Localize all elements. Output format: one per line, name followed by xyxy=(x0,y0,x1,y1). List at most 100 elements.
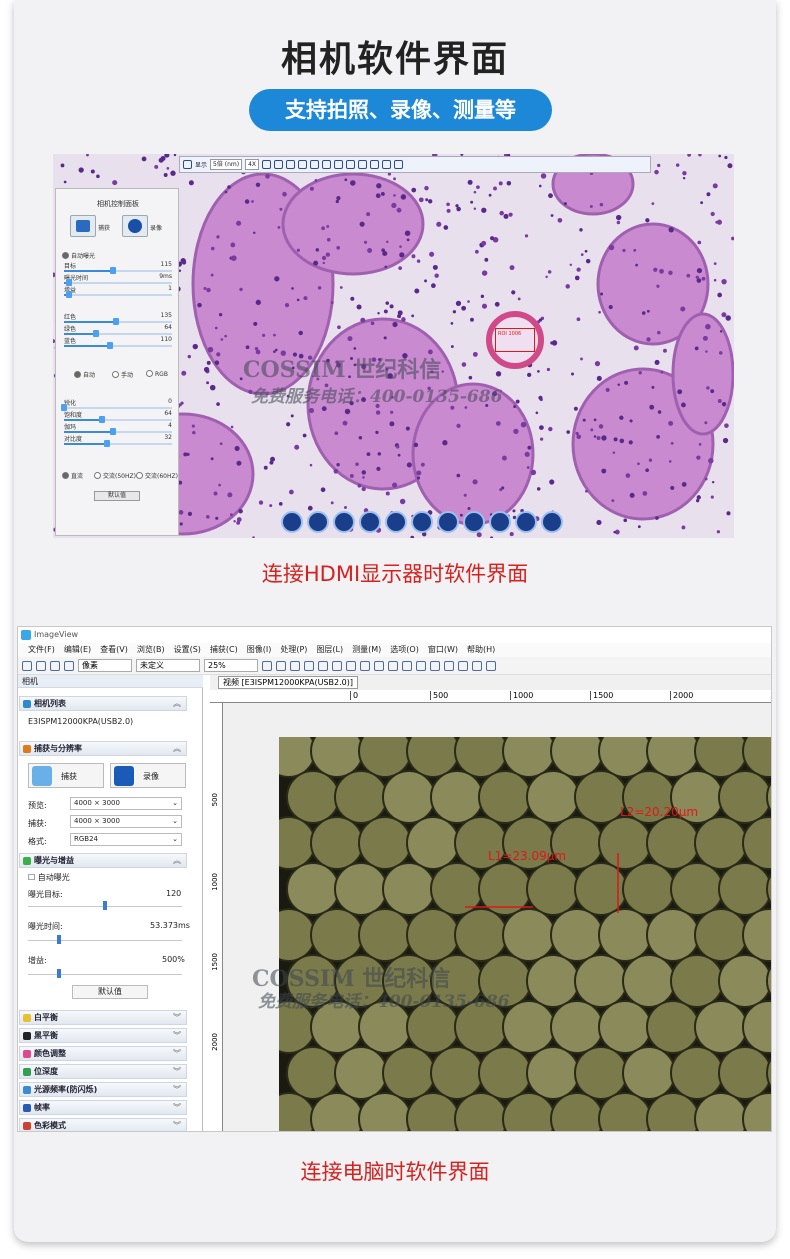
close-icon[interactable] xyxy=(394,160,404,169)
menu-item[interactable]: 查看(V) xyxy=(100,643,128,657)
measure-line-icon[interactable] xyxy=(262,160,272,169)
panel-slider-row[interactable]: 对比度 32 xyxy=(64,434,172,447)
collapsed-section-header[interactable]: 光源频率(防闪烁) ︾ xyxy=(19,1082,187,1097)
slider-knob[interactable] xyxy=(104,440,111,447)
default-button[interactable]: 默认值 xyxy=(94,491,140,501)
angle-icon[interactable] xyxy=(290,660,300,671)
wb-rgb-radio[interactable]: RGB xyxy=(146,370,168,378)
flip-vertical-icon[interactable] xyxy=(385,511,407,533)
arc-icon[interactable] xyxy=(346,160,356,169)
polygon-icon[interactable] xyxy=(334,160,344,169)
parallel-icon[interactable] xyxy=(318,660,328,671)
panel-slider-row[interactable]: 伽玛 4 xyxy=(64,422,172,435)
expand-icon[interactable]: ︾ xyxy=(173,1029,181,1043)
hand-icon[interactable] xyxy=(262,660,272,671)
circle-icon[interactable] xyxy=(310,160,320,169)
panel-slider-row[interactable]: 目标 115 xyxy=(64,261,172,274)
wb-auto-radio[interactable]: 自动 xyxy=(74,370,95,379)
preview-select[interactable]: 4000 × 3000 ⌄ xyxy=(70,797,182,810)
grid-icon[interactable] xyxy=(437,511,459,533)
pin-icon[interactable] xyxy=(183,160,192,169)
capture-res-select[interactable]: 4000 × 3000 ⌄ xyxy=(70,815,182,828)
zoom-out-icon[interactable] xyxy=(333,511,355,533)
delete-icon[interactable] xyxy=(382,160,392,169)
open-icon[interactable] xyxy=(36,660,46,671)
info-icon[interactable] xyxy=(541,511,563,533)
collapsed-section-header[interactable]: 黑平衡 ︾ xyxy=(19,1028,187,1043)
power-dc-radio[interactable]: 直流 xyxy=(62,471,83,480)
camera-list-item[interactable]: E3ISPM12000KPA(USB2.0) xyxy=(28,717,133,726)
record-button[interactable]: 录像 xyxy=(110,763,186,788)
format-select[interactable]: RGB24 ⌄ xyxy=(70,833,182,846)
slider-knob[interactable] xyxy=(66,291,73,298)
collapsed-section-header[interactable]: 颜色调整 ︾ xyxy=(19,1046,187,1061)
collapse-icon[interactable]: ︽ xyxy=(173,697,181,711)
auto-exposure-checkbox[interactable]: ☐ 自动曝光 xyxy=(28,872,70,883)
zoom-fit-icon[interactable] xyxy=(307,511,329,533)
unit-select[interactable]: 像素 xyxy=(78,659,132,672)
export-icon[interactable] xyxy=(486,660,496,671)
wb-manual-radio[interactable]: 手动 xyxy=(112,370,133,379)
scale-bar-icon[interactable] xyxy=(430,660,440,671)
panel-slider-row[interactable]: 增益1 xyxy=(64,285,172,298)
rectangle-icon[interactable] xyxy=(298,160,308,169)
text-icon[interactable] xyxy=(402,660,412,671)
video-tab[interactable]: 视频 [E3ISPM12000KPA(USB2.0)] xyxy=(218,676,358,689)
histogram-icon[interactable] xyxy=(444,660,454,671)
menu-item[interactable]: 编辑(E) xyxy=(64,643,91,657)
menu-item[interactable]: 图像(I) xyxy=(247,643,272,657)
capture-resolution-header[interactable]: 捕获与分辨率 ︽ xyxy=(19,741,187,756)
collapse-icon[interactable]: ︽ xyxy=(173,742,181,756)
color-icon[interactable] xyxy=(458,660,468,671)
power-60hz-radio[interactable]: 交流(60HZ) xyxy=(136,471,178,480)
panel-slider-row[interactable]: 锐化 0 xyxy=(61,398,172,411)
parallel-lines-icon[interactable] xyxy=(286,160,296,169)
exposure-target-slider[interactable] xyxy=(28,901,182,910)
expand-icon[interactable]: ︾ xyxy=(173,1011,181,1025)
scale-select[interactable]: 5倍 (nm) xyxy=(210,159,243,170)
zoom-in-icon[interactable] xyxy=(281,511,303,533)
print-icon[interactable] xyxy=(64,660,74,671)
menu-item[interactable]: 捕获(C) xyxy=(210,643,238,657)
expand-icon[interactable]: ︾ xyxy=(173,1065,181,1079)
export-icon[interactable] xyxy=(370,160,380,169)
folder-icon[interactable] xyxy=(489,511,511,533)
flip-horizontal-icon[interactable] xyxy=(359,511,381,533)
new-icon[interactable] xyxy=(22,660,32,671)
record-button[interactable]: 录像 xyxy=(122,215,162,237)
capture-button[interactable]: 捕获 xyxy=(70,215,110,237)
save-icon[interactable] xyxy=(50,660,60,671)
menu-item[interactable]: 图层(L) xyxy=(316,643,343,657)
slider-knob[interactable] xyxy=(107,342,114,349)
collapsed-section-header[interactable]: 色彩模式 ︾ xyxy=(19,1118,187,1131)
roi-rectangle[interactable]: ROI 1006 xyxy=(495,328,535,352)
pointer-icon[interactable] xyxy=(276,660,286,671)
collapse-icon[interactable]: ︽ xyxy=(173,854,181,868)
arc-icon[interactable] xyxy=(388,660,398,671)
gain-slider[interactable] xyxy=(28,969,182,978)
circle-icon[interactable] xyxy=(346,660,356,671)
menu-item[interactable]: 测量(M) xyxy=(352,643,381,657)
collapsed-section-header[interactable]: 白平衡 ︾ xyxy=(19,1010,187,1025)
star-icon[interactable] xyxy=(416,660,426,671)
measure-angle-icon[interactable] xyxy=(274,160,284,169)
ellipse-icon[interactable] xyxy=(322,160,332,169)
collapsed-section-header[interactable]: 帧率 ︾ xyxy=(19,1100,187,1115)
objective-select[interactable]: 4X xyxy=(245,159,260,170)
menu-item[interactable]: 文件(F) xyxy=(28,643,55,657)
report-icon[interactable] xyxy=(472,660,482,671)
panel-slider-row[interactable]: 曝光时间 9ms xyxy=(64,273,172,286)
line-icon[interactable] xyxy=(304,660,314,671)
power-50hz-radio[interactable]: 交流(50HZ) xyxy=(94,471,136,480)
panel-slider-row[interactable]: 蓝色 110 xyxy=(64,336,172,349)
panel-slider-row[interactable]: 红色 135 xyxy=(64,312,172,325)
expand-icon[interactable]: ︾ xyxy=(173,1083,181,1097)
expand-icon[interactable]: ︾ xyxy=(173,1047,181,1061)
menu-item[interactable]: 窗口(W) xyxy=(428,643,458,657)
zoom-select[interactable]: 25% xyxy=(204,659,258,672)
stop-icon[interactable] xyxy=(411,511,433,533)
menu-item[interactable]: 处理(P) xyxy=(280,643,307,657)
text-icon[interactable] xyxy=(358,160,368,169)
rectangle-icon[interactable] xyxy=(332,660,342,671)
menu-item[interactable]: 帮助(H) xyxy=(467,643,495,657)
